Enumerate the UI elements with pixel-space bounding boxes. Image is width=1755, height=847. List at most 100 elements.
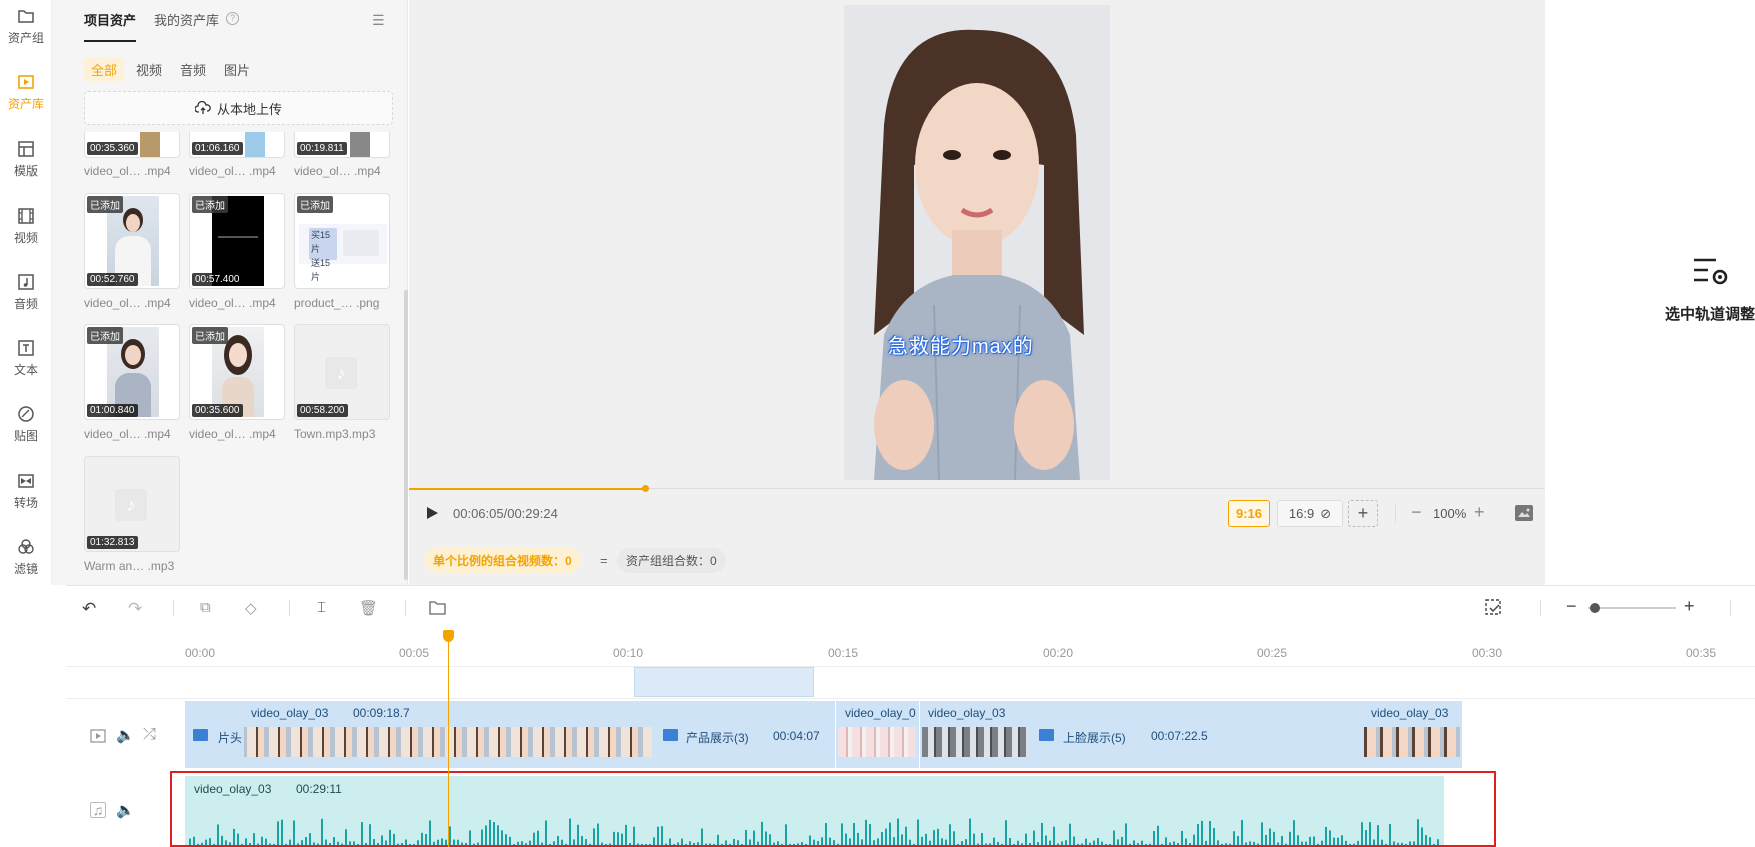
ruler-tick: 00:15 bbox=[828, 646, 859, 660]
rail-label: 贴图 bbox=[13, 428, 38, 443]
copy-icon[interactable]: ⧉ bbox=[200, 599, 218, 617]
zoom-out-button[interactable]: − bbox=[1411, 502, 1422, 523]
asset-duration: 00:35.360 bbox=[87, 142, 138, 155]
collapse-panel-icon[interactable]: ☰ bbox=[372, 12, 385, 29]
rail-item-transitions[interactable]: 转场 bbox=[0, 465, 52, 517]
play-square-icon bbox=[18, 74, 34, 89]
filter-video[interactable]: 视频 bbox=[129, 58, 169, 81]
ruler-tick: 00:30 bbox=[1472, 646, 1503, 660]
fullscreen-icon[interactable] bbox=[1515, 505, 1533, 521]
undo-icon[interactable]: ↶ bbox=[82, 599, 100, 618]
audio-track-icon[interactable]: ♫ bbox=[90, 802, 106, 818]
rail-item-asset-library[interactable]: 资产库 bbox=[0, 66, 52, 118]
playhead[interactable] bbox=[448, 630, 449, 847]
rail-item-templates[interactable]: 模版 bbox=[0, 133, 52, 185]
tab-project-assets[interactable]: 项目资产 bbox=[84, 10, 136, 29]
volume-icon[interactable]: 🔈 bbox=[116, 801, 135, 819]
upload-label: 从本地上传 bbox=[216, 101, 282, 117]
timeline-zoom-out[interactable]: − bbox=[1566, 596, 1577, 617]
video-filmstrip bbox=[922, 727, 1028, 757]
playback-track[interactable] bbox=[645, 488, 1545, 489]
eraser-icon[interactable]: ◇ bbox=[245, 599, 263, 617]
timeline-zoom-slider[interactable] bbox=[1588, 607, 1676, 609]
asset-card[interactable]: ♪ 00:58.200 bbox=[294, 324, 390, 420]
folder-icon bbox=[663, 729, 678, 741]
rail-item-stickers[interactable]: 贴图 bbox=[0, 398, 52, 450]
ruler-tick: 00:20 bbox=[1043, 646, 1074, 660]
asset-card[interactable]: 00:35.360 bbox=[84, 132, 180, 158]
folder-icon[interactable] bbox=[429, 601, 446, 615]
add-ratio-button[interactable]: + bbox=[1348, 500, 1378, 527]
folder-duration: 00:07:22.5 bbox=[1151, 729, 1208, 743]
playback-handle[interactable] bbox=[642, 485, 649, 492]
filter-audio[interactable]: 音频 bbox=[173, 58, 213, 81]
segment-name: video_olay_03 bbox=[1371, 706, 1449, 720]
asset-duration: 00:57.400 bbox=[192, 273, 243, 286]
added-badge: 已添加 bbox=[297, 196, 333, 213]
asset-duration: 01:32.813 bbox=[87, 536, 138, 549]
asset-card[interactable]: 买15片 送15片 已添加 bbox=[294, 193, 390, 289]
rail-item-asset-groups[interactable]: 资产组 bbox=[0, 0, 52, 52]
help-icon[interactable]: ? bbox=[226, 12, 239, 25]
track-settings-icon bbox=[1692, 256, 1730, 288]
asset-scrollbar[interactable] bbox=[404, 290, 408, 580]
asset-duration: 01:00.840 bbox=[87, 404, 138, 417]
asset-caption: video_ol… .mp4 bbox=[84, 164, 171, 178]
rail-item-audio[interactable]: 音频 bbox=[0, 266, 52, 318]
rail-label: 资产组 bbox=[7, 30, 44, 45]
asset-duration: 00:19.811 bbox=[297, 142, 347, 155]
rail-item-video[interactable]: 视频 bbox=[0, 200, 52, 252]
playhead-handle[interactable] bbox=[443, 630, 454, 642]
added-badge: 已添加 bbox=[192, 327, 228, 344]
asset-card[interactable]: 00:19.811 bbox=[294, 132, 390, 158]
folder-icon bbox=[18, 9, 34, 23]
group-label: 资产组组合数：0 bbox=[626, 554, 717, 568]
zoom-slider-handle[interactable] bbox=[1590, 603, 1600, 613]
tab-my-library[interactable]: 我的资产库 bbox=[154, 10, 219, 29]
video-frame-illustration bbox=[844, 5, 1110, 480]
asset-duration: 00:52.760 bbox=[87, 273, 138, 286]
asset-card[interactable]: ♪ 01:32.813 bbox=[84, 456, 180, 552]
filter-image[interactable]: 图片 bbox=[217, 58, 257, 81]
cloud-upload-icon bbox=[194, 101, 211, 114]
asset-caption: product_… .png bbox=[294, 296, 380, 310]
ratio-9-16-button[interactable]: 9:16 bbox=[1228, 500, 1270, 527]
rail-label: 文本 bbox=[13, 362, 38, 377]
film-icon bbox=[18, 207, 34, 224]
asset-card[interactable]: 已添加 01:00.840 bbox=[84, 324, 180, 420]
grid-settings-icon[interactable] bbox=[1484, 598, 1504, 618]
shuffle-icon[interactable]: ⤮ bbox=[143, 726, 159, 743]
divider bbox=[289, 600, 290, 616]
rail-label: 滤镜 bbox=[13, 561, 38, 576]
video-preview[interactable] bbox=[844, 5, 1110, 480]
asset-thumbnail bbox=[245, 132, 265, 157]
asset-caption: video_ol… .mp4 bbox=[189, 164, 276, 178]
playback-time: 00:06:05/00:29:24 bbox=[453, 506, 558, 521]
timeline-zoom-in[interactable]: + bbox=[1684, 596, 1695, 617]
asset-card[interactable]: 01:06.160 bbox=[189, 132, 285, 158]
split-icon[interactable]: ⌶ bbox=[317, 599, 335, 617]
music-placeholder-icon: ♪ bbox=[115, 489, 147, 521]
asset-card[interactable]: 已添加 00:35.600 bbox=[189, 324, 285, 420]
play-icon[interactable] bbox=[424, 505, 440, 521]
rail-label: 转场 bbox=[13, 495, 38, 510]
zoom-in-button[interactable]: + bbox=[1474, 502, 1485, 523]
ratio-16-9-button[interactable]: 16:9 ⊘ bbox=[1277, 500, 1343, 527]
asset-thumbnail bbox=[140, 132, 160, 157]
volume-icon[interactable]: 🔈 bbox=[116, 726, 135, 744]
asset-card[interactable]: 已添加 00:57.400 bbox=[189, 193, 285, 289]
delete-icon[interactable]: 🗑 bbox=[359, 599, 378, 617]
rail-item-text[interactable]: 文本 bbox=[0, 332, 52, 384]
playback-progress[interactable] bbox=[409, 488, 645, 490]
asset-thumbnail bbox=[350, 132, 370, 157]
asset-card[interactable]: 已添加 00:52.760 bbox=[84, 193, 180, 289]
track-preview-icon[interactable] bbox=[90, 728, 106, 744]
filter-all[interactable]: 全部 bbox=[84, 58, 125, 81]
ruler-tick: 00:25 bbox=[1257, 646, 1288, 660]
asset-caption: video_ol… .mp4 bbox=[294, 164, 381, 178]
text-track-clip[interactable] bbox=[634, 667, 814, 697]
upload-local-button[interactable]: 从本地上传 bbox=[84, 91, 393, 125]
divider bbox=[1730, 600, 1731, 616]
redo-icon[interactable]: ↷ bbox=[128, 599, 146, 618]
rail-item-filters[interactable]: 滤镜 bbox=[0, 531, 52, 583]
